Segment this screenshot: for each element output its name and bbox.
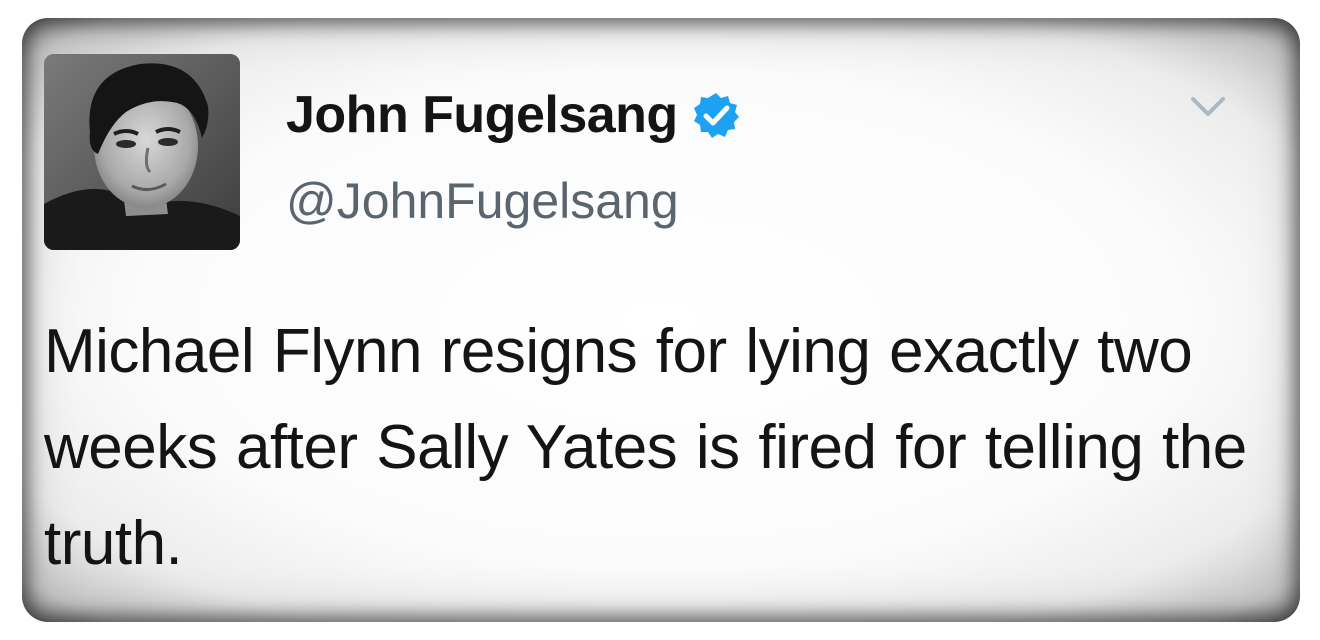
avatar[interactable] xyxy=(44,54,240,250)
display-name[interactable]: John Fugelsang xyxy=(286,85,678,145)
verified-badge-icon xyxy=(692,91,740,139)
image-frame: John Fugelsang @JohnFugelsang Michael Fl… xyxy=(0,0,1320,640)
avatar-portrait xyxy=(44,54,240,250)
tweet-card: John Fugelsang @JohnFugelsang Michael Fl… xyxy=(22,18,1300,622)
tweet-menu-button[interactable] xyxy=(1188,92,1228,122)
handle[interactable]: @JohnFugelsang xyxy=(286,172,679,230)
chevron-down-icon xyxy=(1191,97,1225,116)
tweet-text: Michael Flynn resigns for lying exactly … xyxy=(44,317,1247,578)
display-name-row: John Fugelsang xyxy=(286,80,740,150)
